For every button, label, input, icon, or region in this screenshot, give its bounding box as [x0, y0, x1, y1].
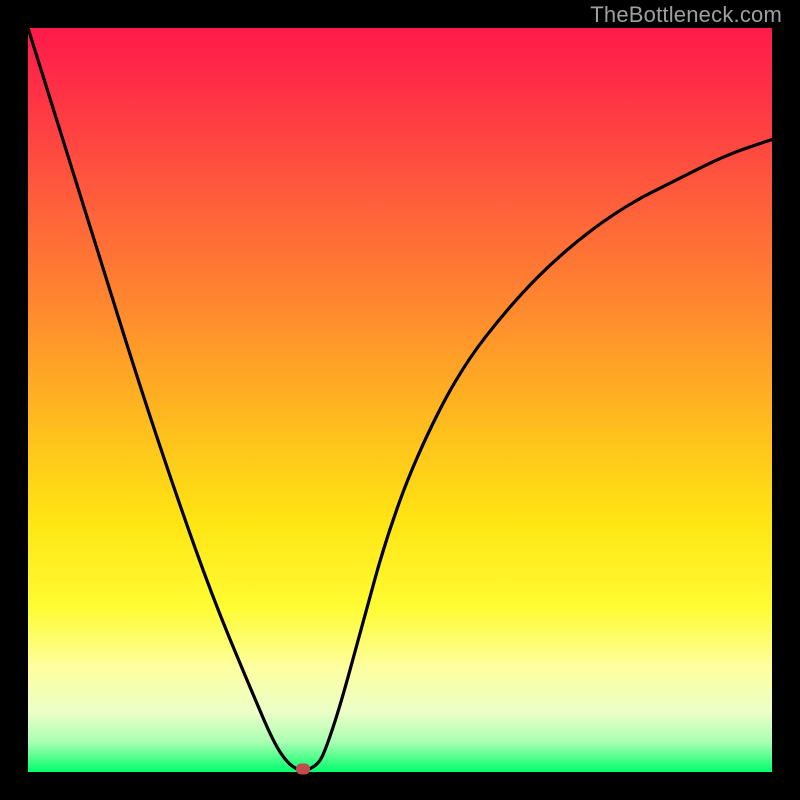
- curve-svg: [28, 28, 772, 772]
- chart-container: TheBottleneck.com: [0, 0, 800, 800]
- plot-area: [28, 28, 772, 772]
- bottleneck-curve-path: [28, 28, 772, 770]
- minimum-marker: [296, 764, 310, 775]
- watermark-text: TheBottleneck.com: [590, 2, 782, 28]
